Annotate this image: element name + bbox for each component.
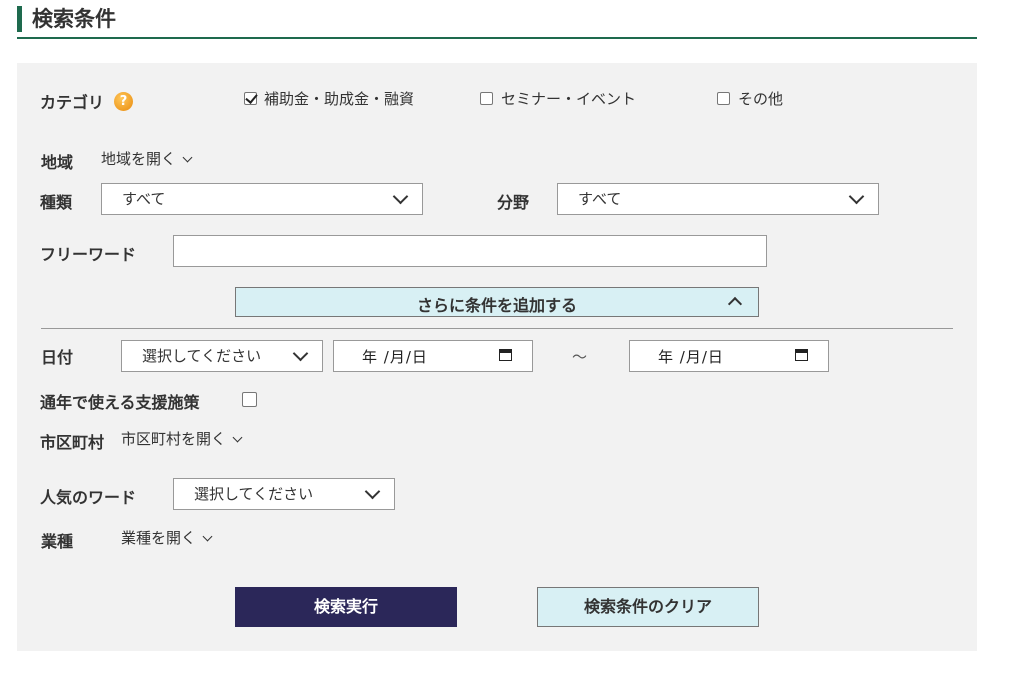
date-separator: ～	[572, 348, 588, 366]
field-select[interactable]: すべて	[557, 183, 879, 215]
region-toggle[interactable]: 地域を開く	[101, 148, 193, 169]
city-toggle[interactable]: 市区町村を開く	[121, 428, 243, 449]
industry-toggle[interactable]: 業種を開く	[121, 527, 213, 548]
question-circle-icon[interactable]: ?	[114, 92, 133, 111]
date-range-select-value: 選択してください	[142, 347, 262, 365]
type-select-value: すべて	[122, 190, 166, 208]
type-select[interactable]: すべて	[101, 183, 423, 215]
industry-toggle-label: 業種を開く	[121, 529, 197, 547]
date-range-select[interactable]: 選択してください	[121, 340, 323, 372]
category-checkbox-subsidy[interactable]	[244, 92, 257, 105]
search-button[interactable]: 検索実行	[235, 587, 457, 627]
region-label: 地域	[41, 153, 74, 172]
chevron-down-icon	[182, 152, 193, 163]
date-from-input[interactable]: 年 /月/日	[333, 340, 533, 372]
date-label: 日付	[41, 348, 74, 367]
add-conditions-button[interactable]: さらに条件を追加する	[235, 287, 759, 317]
popular-words-select[interactable]: 選択してください	[173, 478, 395, 510]
freeword-input[interactable]	[173, 235, 767, 267]
category-checkbox-other[interactable]	[717, 92, 730, 105]
chevron-down-icon	[292, 345, 309, 362]
category-option-other[interactable]: その他	[738, 88, 783, 109]
yearround-label: 通年で使える支援施策	[40, 393, 200, 412]
date-to-input[interactable]: 年 /月/日	[629, 340, 829, 372]
section-title: 検索条件	[32, 7, 116, 31]
divider	[41, 328, 953, 329]
industry-label: 業種	[41, 532, 74, 551]
section-title-rule	[17, 37, 977, 39]
freeword-label: フリーワード	[40, 245, 137, 264]
chevron-down-icon	[232, 432, 243, 443]
field-select-value: すべて	[578, 190, 622, 208]
chevron-down-icon	[202, 531, 213, 542]
category-label: カテゴリ	[40, 93, 105, 112]
add-conditions-label: さらに条件を追加する	[416, 296, 577, 315]
region-toggle-label: 地域を開く	[101, 150, 177, 168]
chevron-down-icon	[364, 483, 381, 500]
category-checkbox-seminar[interactable]	[480, 92, 493, 105]
yearround-checkbox[interactable]	[242, 392, 257, 407]
calendar-icon[interactable]	[795, 349, 808, 361]
popular-words-select-value: 選択してください	[194, 485, 314, 503]
city-label: 市区町村	[40, 433, 105, 452]
calendar-icon[interactable]	[499, 349, 512, 361]
type-label: 種類	[40, 193, 73, 212]
field-label: 分野	[497, 193, 530, 212]
popular-words-label: 人気のワード	[40, 488, 137, 507]
date-to-value: 年 /月/日	[658, 348, 724, 366]
category-option-seminar[interactable]: セミナー・イベント	[501, 88, 636, 109]
city-toggle-label: 市区町村を開く	[121, 430, 227, 448]
clear-button[interactable]: 検索条件のクリア	[537, 587, 759, 627]
date-from-value: 年 /月/日	[362, 348, 428, 366]
chevron-down-icon	[392, 188, 409, 205]
category-option-subsidy[interactable]: 補助金・助成金・融資	[264, 88, 414, 109]
chevron-down-icon	[848, 188, 865, 205]
